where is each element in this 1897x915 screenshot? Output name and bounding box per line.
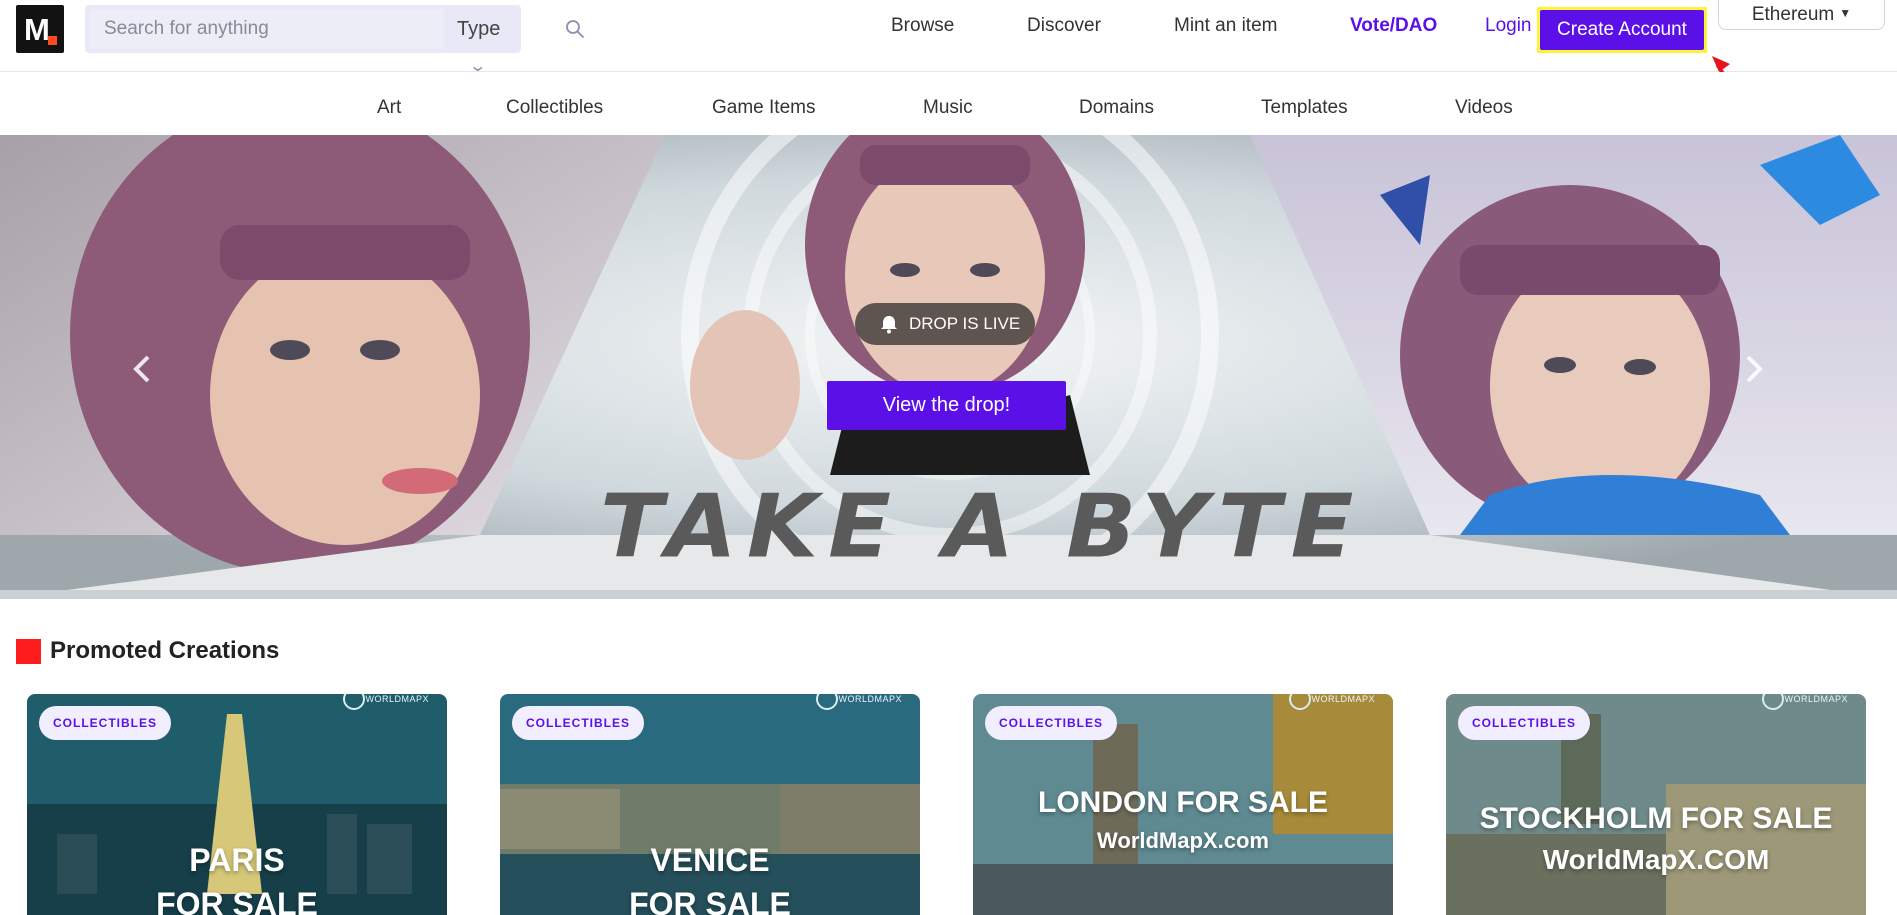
card-watermark: WORLDMAPX <box>838 694 902 704</box>
create-account-button[interactable]: Create Account <box>1537 7 1707 53</box>
search-input[interactable] <box>89 9 444 49</box>
hero-title: TAKE A BYTE <box>600 475 1364 578</box>
login-link[interactable]: Login <box>1485 15 1532 37</box>
card-watermark: WORLDMAPX <box>1311 694 1375 704</box>
type-dropdown[interactable]: Type⌄ <box>457 11 521 75</box>
card-category-badge[interactable]: COLLECTIBLES <box>39 706 171 740</box>
card-title-line1: PARIS <box>189 842 285 878</box>
carousel-prev-icon[interactable] <box>128 351 158 387</box>
drop-live-badge: DROP IS LIVE <box>855 303 1035 345</box>
type-dropdown-label: Type <box>457 18 501 40</box>
card-title-line1: STOCKHOLM FOR SALE <box>1479 802 1833 835</box>
logo-accent-dot <box>48 36 57 45</box>
card-category-badge[interactable]: COLLECTIBLES <box>1458 706 1590 740</box>
promoted-card-stockholm[interactable]: WORLDMAPX COLLECTIBLES STOCKHOLM FOR SAL… <box>1446 694 1866 915</box>
promoted-card-paris[interactable]: WORLDMAPX COLLECTIBLES PARIS FOR SALE <box>27 694 447 915</box>
category-collectibles[interactable]: Collectibles <box>506 97 603 119</box>
category-music[interactable]: Music <box>923 97 973 119</box>
nav-browse[interactable]: Browse <box>891 15 954 37</box>
create-account-label: Create Account <box>1540 10 1704 50</box>
category-domains[interactable]: Domains <box>1079 97 1154 119</box>
card-title-line2: FOR SALE <box>629 886 791 915</box>
card-title-line2: WorldMapX.COM <box>1542 844 1770 875</box>
card-watermark: WORLDMAPX <box>365 694 429 704</box>
nav-discover[interactable]: Discover <box>1027 15 1101 37</box>
search-bar: Type⌄ <box>85 5 584 75</box>
carousel-next-icon[interactable] <box>1738 351 1768 387</box>
category-templates[interactable]: Templates <box>1261 97 1348 119</box>
section-marker <box>16 639 41 664</box>
category-game-items[interactable]: Game Items <box>712 97 815 119</box>
card-title-line2: FOR SALE <box>156 886 318 915</box>
card-watermark: WORLDMAPX <box>1784 694 1848 704</box>
hero-carousel[interactable]: DROP IS LIVE View the drop! TAKE A BYTE <box>0 135 1897 599</box>
top-navigation-bar: M Type⌄ Browse Discover Mint an item Vot… <box>0 0 1897 75</box>
chain-selector[interactable]: Ethereum ▼ <box>1718 0 1885 30</box>
card-title-line2: WorldMapX.com <box>1097 828 1269 853</box>
card-title-line1: LONDON FOR SALE <box>1038 786 1328 819</box>
category-art[interactable]: Art <box>377 97 401 119</box>
logo-letter: M <box>24 12 50 47</box>
category-bar: Art Collectibles Game Items Music Domain… <box>0 72 1897 135</box>
chain-label: Ethereum <box>1751 4 1835 25</box>
promoted-title: Promoted Creations <box>50 637 280 664</box>
promoted-card-venice[interactable]: WORLDMAPX COLLECTIBLES VENICE FOR SALE <box>500 694 920 915</box>
view-drop-button[interactable]: View the drop! <box>827 381 1066 430</box>
nav-mint-item[interactable]: Mint an item <box>1174 15 1277 37</box>
card-category-badge[interactable]: COLLECTIBLES <box>512 706 644 740</box>
drop-live-text: DROP IS LIVE <box>909 314 1021 333</box>
category-videos[interactable]: Videos <box>1455 97 1513 119</box>
caret-down-icon: ▼ <box>1839 6 1852 20</box>
nav-vote-dao[interactable]: Vote/DAO <box>1350 15 1437 37</box>
site-logo[interactable]: M <box>16 5 64 53</box>
promoted-card-london[interactable]: WORLDMAPX COLLECTIBLES LONDON FOR SALE W… <box>973 694 1393 915</box>
search-icon[interactable] <box>563 17 587 41</box>
bell-icon <box>881 316 897 334</box>
card-title-line1: VENICE <box>650 842 770 878</box>
card-category-badge[interactable]: COLLECTIBLES <box>985 706 1117 740</box>
